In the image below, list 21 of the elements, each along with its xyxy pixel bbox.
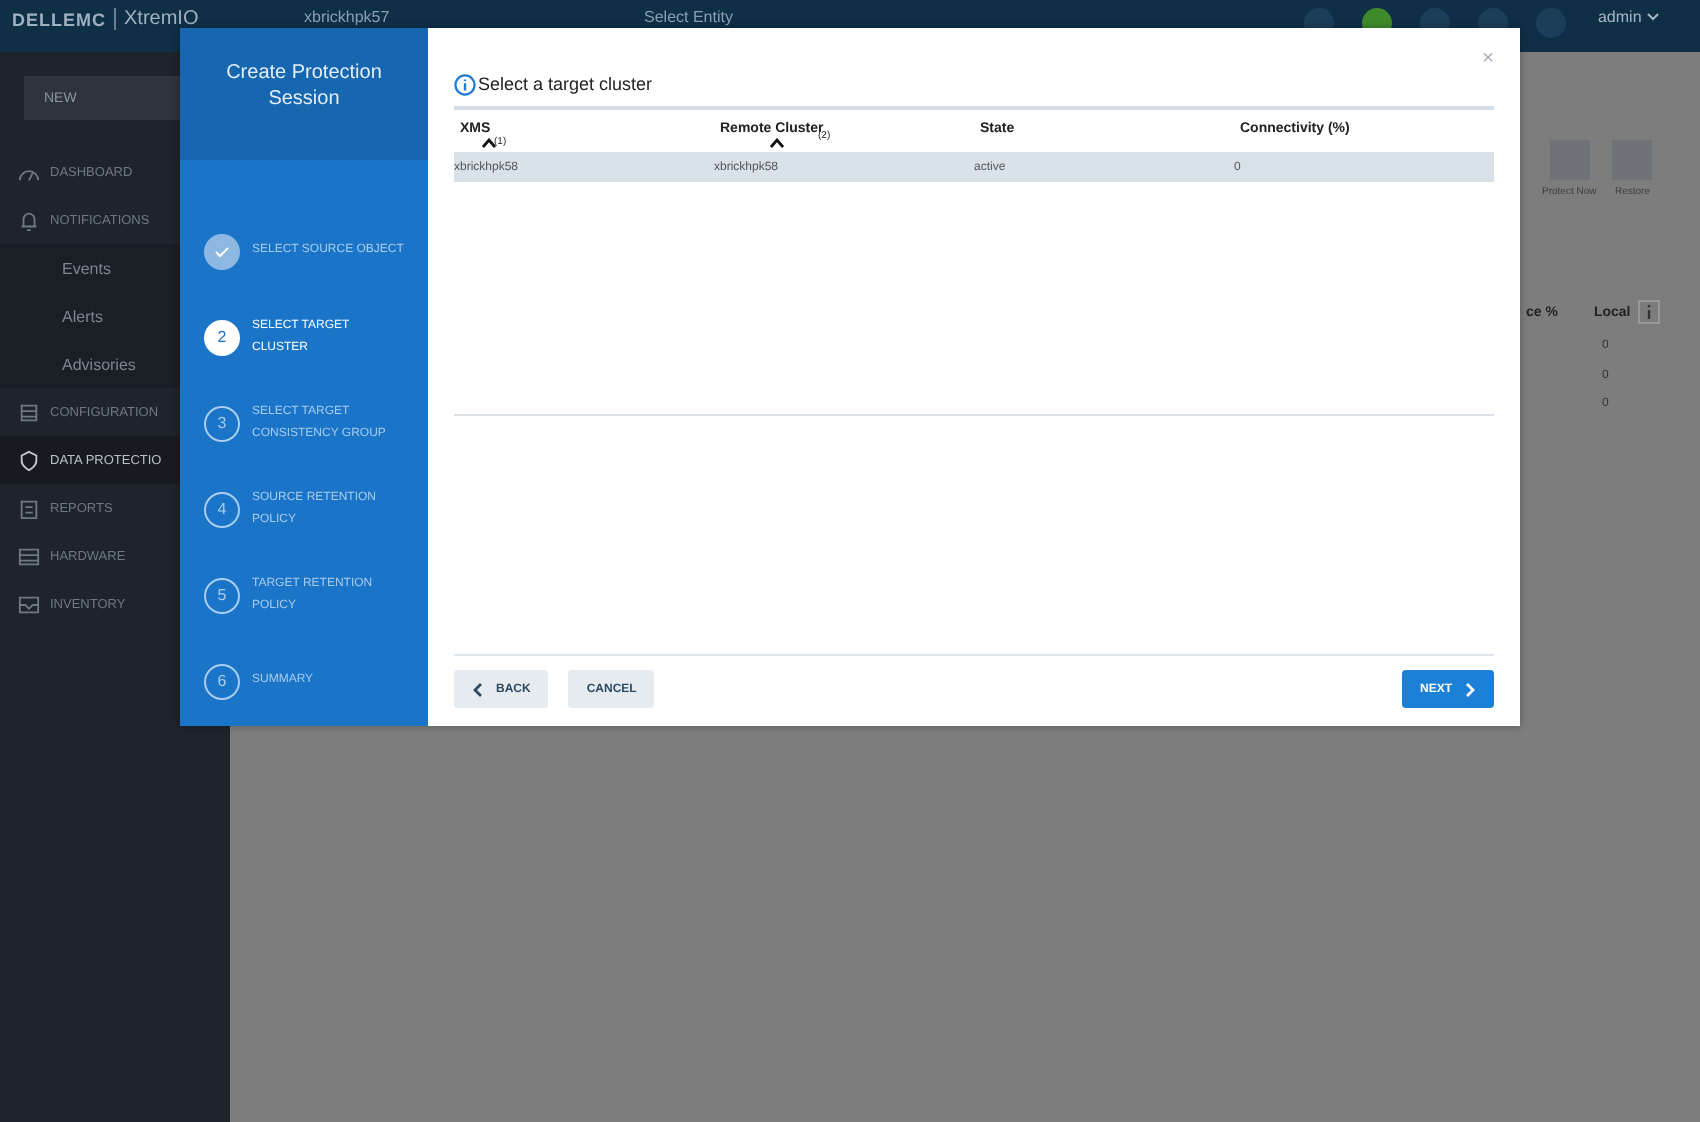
grid-icon xyxy=(18,545,40,567)
entity-selector[interactable]: Select Entity xyxy=(564,8,733,26)
info-icon[interactable] xyxy=(1638,300,1661,324)
chevron-right-icon xyxy=(1464,681,1476,697)
check-icon xyxy=(212,241,232,261)
close-button[interactable]: × xyxy=(1482,48,1494,70)
sort-icon xyxy=(482,138,496,148)
brand-logo: DELLEMC xyxy=(12,9,106,29)
info-icon xyxy=(454,73,476,95)
user-menu[interactable]: admin xyxy=(1597,8,1660,26)
shield-icon xyxy=(18,449,40,471)
section-heading: Select a target cluster xyxy=(478,74,653,94)
chevron-left-icon xyxy=(472,681,484,697)
dialog-title: Create Protection Session xyxy=(180,28,428,160)
tray-icon xyxy=(18,593,40,615)
cluster-selector[interactable]: xbrickhpk57 xyxy=(272,8,544,26)
sort-icon xyxy=(770,138,784,148)
chevron-down-icon xyxy=(1646,12,1660,22)
bell-icon xyxy=(18,209,40,231)
clipboard-icon xyxy=(18,497,40,519)
stack-icon xyxy=(18,401,40,423)
